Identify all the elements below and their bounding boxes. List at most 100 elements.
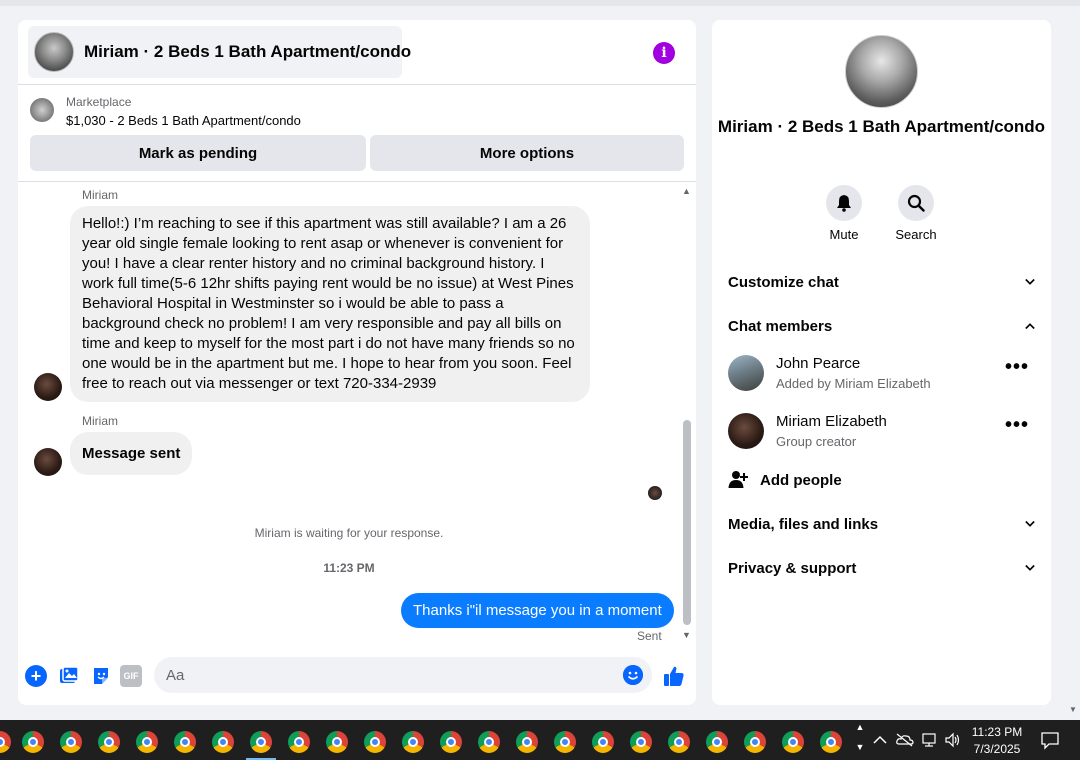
message-sender: Miriam xyxy=(82,414,118,428)
more-icon[interactable]: ••• xyxy=(1005,415,1029,435)
sender-avatar[interactable] xyxy=(34,448,62,476)
chat-members-label: Chat members xyxy=(728,317,833,335)
sent-status: Sent xyxy=(637,629,662,643)
divider xyxy=(18,181,696,182)
chrome-taskbar-icon[interactable] xyxy=(820,731,842,753)
outgoing-message[interactable]: Thanks i"il message you in a moment xyxy=(401,593,674,628)
chrome-taskbar-icon[interactable] xyxy=(60,731,82,753)
member-name: John Pearce xyxy=(776,355,861,372)
add-people-button[interactable]: Add people xyxy=(728,470,842,490)
chevron-up-icon[interactable] xyxy=(873,720,887,760)
seen-indicator-avatar xyxy=(648,486,662,500)
chrome-taskbar-icon[interactable] xyxy=(326,731,348,753)
customize-chat-section[interactable]: Customize chat xyxy=(728,270,1035,294)
image-icon[interactable] xyxy=(58,665,80,687)
scroll-up-icon[interactable]: ▲ xyxy=(682,186,691,196)
chrome-taskbar-icon[interactable] xyxy=(288,731,310,753)
divider xyxy=(18,84,696,85)
gif-icon[interactable]: GIF xyxy=(120,665,142,687)
conversation-avatar[interactable] xyxy=(845,35,918,108)
member-row[interactable]: Miriam Elizabeth Group creator ••• xyxy=(728,413,1035,453)
more-options-button[interactable]: More options xyxy=(370,135,684,171)
privacy-support-section[interactable]: Privacy & support xyxy=(728,556,1035,580)
chrome-taskbar-icon[interactable] xyxy=(478,731,500,753)
search-button[interactable]: Search xyxy=(886,185,946,242)
emoji-icon[interactable] xyxy=(623,665,643,685)
chrome-taskbar-icon[interactable] xyxy=(554,731,576,753)
chrome-taskbar-icon[interactable] xyxy=(212,731,234,753)
chrome-taskbar-icon[interactable] xyxy=(706,731,728,753)
chrome-taskbar-icon[interactable] xyxy=(174,731,196,753)
add-person-icon xyxy=(728,470,748,490)
chrome-taskbar-icon[interactable] xyxy=(668,731,690,753)
incoming-message[interactable]: Message sent xyxy=(70,432,193,475)
privacy-support-label: Privacy & support xyxy=(728,559,857,577)
marketplace-listing-thumbnail xyxy=(30,98,54,122)
clock-date: 7/3/2025 xyxy=(973,742,1021,756)
taskbar-scroll-arrows[interactable]: ▲ ▼ xyxy=(853,722,867,758)
chat-title: Miriam · 2 Beds 1 Bath Apartment/condo xyxy=(84,42,412,61)
chrome-taskbar-icon-active[interactable] xyxy=(250,731,272,753)
listing-summary[interactable]: $1,030 - 2 Beds 1 Bath Apartment/condo xyxy=(66,113,301,128)
avatar[interactable] xyxy=(728,413,764,449)
chevron-up-icon xyxy=(1025,321,1035,331)
network-icon[interactable] xyxy=(920,720,938,760)
listing-avatar xyxy=(34,32,74,72)
message-input[interactable] xyxy=(154,657,652,693)
chrome-taskbar-icon[interactable] xyxy=(782,731,804,753)
message-timestamp: 11:23 PM xyxy=(323,561,375,575)
sender-avatar[interactable] xyxy=(34,373,62,401)
member-row[interactable]: John Pearce Added by Miriam Elizabeth ••… xyxy=(728,355,1035,395)
volume-icon[interactable] xyxy=(944,720,962,760)
media-files-links-section[interactable]: Media, files and links xyxy=(728,512,1035,536)
chrome-taskbar-icon[interactable] xyxy=(592,731,614,753)
chat-header[interactable]: Miriam · 2 Beds 1 Bath Apartment/condo xyxy=(28,26,411,78)
chrome-taskbar-icon[interactable] xyxy=(630,731,652,753)
conversation-title: Miriam · 2 Beds 1 Bath Apartment/condo xyxy=(717,117,1046,136)
thumbs-up-icon[interactable] xyxy=(663,665,685,687)
chrome-taskbar-icon[interactable] xyxy=(440,731,462,753)
avatar[interactable] xyxy=(728,355,764,391)
chrome-taskbar-icon[interactable] xyxy=(98,731,120,753)
chat-members-section[interactable]: Chat members xyxy=(728,314,1035,338)
message-sender: Miriam xyxy=(82,188,118,202)
clock-time: 11:23 PM xyxy=(971,725,1023,739)
scroll-thumb[interactable] xyxy=(683,420,691,625)
chrome-taskbar-icon[interactable] xyxy=(136,731,158,753)
chevron-down-icon xyxy=(1025,519,1035,529)
window-top-border xyxy=(0,0,1080,6)
mute-label: Mute xyxy=(829,227,859,242)
page-scroll-down-icon[interactable]: ▼ xyxy=(1069,705,1077,714)
add-people-label: Add people xyxy=(760,471,842,489)
more-icon[interactable]: ••• xyxy=(1005,357,1029,377)
taskbar: ▲ ▼ 11:23 PM 7/3/2025 xyxy=(0,720,1080,760)
search-label: Search xyxy=(895,227,937,242)
customize-chat-label: Customize chat xyxy=(728,273,839,291)
plus-icon[interactable]: + xyxy=(25,665,47,687)
onedrive-icon[interactable] xyxy=(896,720,914,760)
info-icon[interactable]: i xyxy=(653,42,675,64)
mute-button[interactable]: Mute xyxy=(814,185,874,242)
chat-panel: Miriam · 2 Beds 1 Bath Apartment/condo i… xyxy=(18,20,696,705)
message-scrollbar[interactable]: ▲ ▼ xyxy=(681,184,693,644)
marketplace-label: Marketplace xyxy=(66,95,132,109)
chevron-down-icon xyxy=(1025,277,1035,287)
chrome-taskbar-icon[interactable] xyxy=(22,731,44,753)
bell-icon xyxy=(826,185,862,221)
chrome-taskbar-icon[interactable] xyxy=(744,731,766,753)
chrome-taskbar-icon[interactable] xyxy=(402,731,424,753)
mark-as-pending-button[interactable]: Mark as pending xyxy=(30,135,366,171)
media-files-links-label: Media, files and links xyxy=(728,515,879,533)
sticker-icon[interactable] xyxy=(90,665,112,687)
chrome-taskbar-icon[interactable] xyxy=(516,731,538,753)
scroll-down-icon[interactable]: ▼ xyxy=(682,630,691,640)
notification-icon[interactable] xyxy=(1040,730,1060,750)
chrome-taskbar-icon[interactable] xyxy=(0,731,11,753)
search-icon xyxy=(898,185,934,221)
system-clock[interactable]: 11:23 PM 7/3/2025 xyxy=(966,724,1028,758)
conversation-info-panel: Miriam · 2 Beds 1 Bath Apartment/condo M… xyxy=(712,20,1051,705)
chrome-taskbar-icon[interactable] xyxy=(364,731,386,753)
incoming-message[interactable]: Hello!:) I’m reaching to see if this apa… xyxy=(70,206,590,402)
chevron-down-icon xyxy=(1025,563,1035,573)
member-role: Group creator xyxy=(776,434,857,449)
